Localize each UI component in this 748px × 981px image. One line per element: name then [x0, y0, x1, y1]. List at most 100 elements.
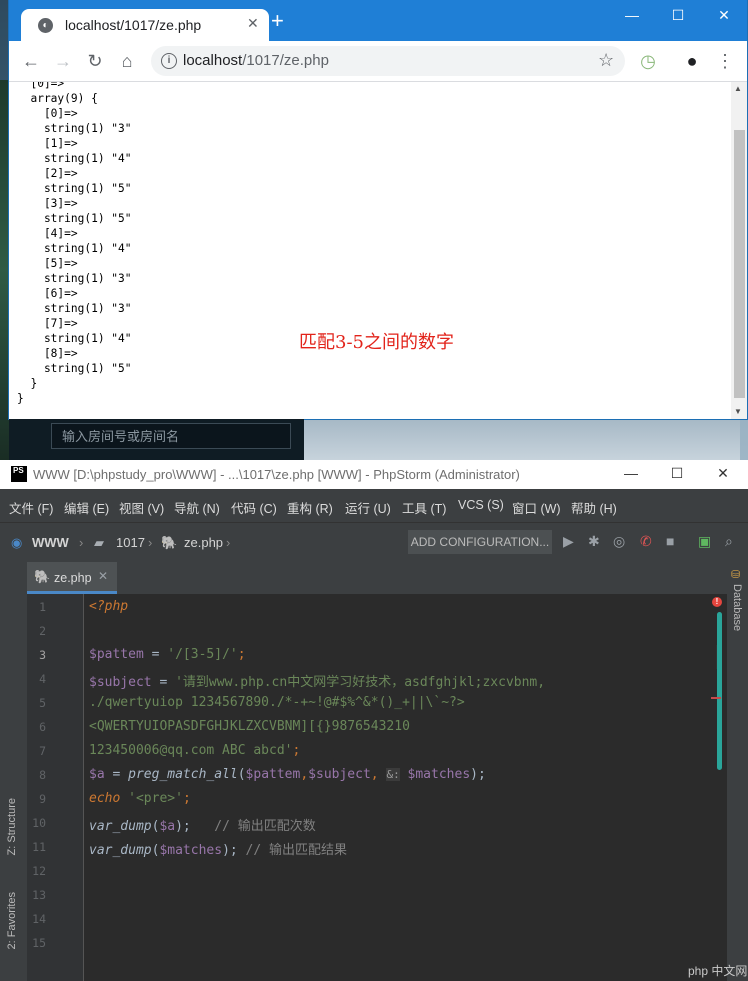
menu-kebab-icon[interactable]: ⋮: [712, 49, 738, 73]
code-line-6: <QWERTYUIOPASDFGHJKLZXCVBNM][{}987654321…: [89, 719, 410, 734]
run-icon[interactable]: ▶: [563, 533, 574, 550]
chevron-right-icon: ›: [148, 535, 153, 550]
left-tool-strip: Z: Structure 2: Favorites: [0, 562, 27, 981]
menu-view[interactable]: 视图 (V): [119, 498, 164, 517]
php-file-icon: 🐘: [161, 535, 178, 550]
output-line: }: [17, 392, 24, 405]
line-number: 7: [39, 744, 46, 758]
output-line: string(1) "3": [17, 272, 132, 285]
back-icon[interactable]: ←: [18, 49, 44, 73]
menu-run[interactable]: 运行 (U): [345, 498, 391, 517]
room-search-input[interactable]: 输入房间号或房间名: [51, 423, 291, 449]
browser-tab[interactable]: ◐ localhost/1017/ze.php ✕: [21, 9, 269, 41]
add-configuration-button[interactable]: ADD CONFIGURATION...: [408, 530, 552, 554]
output-line: string(1) "5": [17, 362, 132, 375]
bookmark-star-icon[interactable]: ☆: [598, 50, 614, 71]
scroll-thumb[interactable]: [734, 130, 745, 398]
forward-icon[interactable]: →: [50, 49, 76, 73]
debug-icon[interactable]: ✱: [588, 533, 600, 550]
output-line: array(9) {: [17, 92, 98, 105]
home-icon[interactable]: ⌂: [114, 49, 140, 73]
code-line-11: var_dump($matches); // 输出匹配结果: [89, 843, 348, 858]
line-number-gutter: 1 2 3 4 5 6 7 8 9 10 11 12 13 14 15: [27, 594, 84, 981]
line-number: 9: [39, 792, 46, 806]
output-line: [4]=>: [17, 227, 78, 240]
output-line: string(1) "3": [17, 302, 132, 315]
editor-scrollbar[interactable]: [717, 612, 722, 770]
profile-icon[interactable]: ●: [679, 49, 705, 73]
browser-window: ◐ localhost/1017/ze.php ✕ + — ☐ ✕ ← → ↻ …: [9, 0, 747, 419]
search-icon[interactable]: ⌕: [725, 533, 733, 550]
room-search-panel: 输入房间号或房间名: [9, 419, 304, 460]
page-scrollbar[interactable]: ▲ ▼: [731, 82, 747, 419]
code-line-7: 123450006@qq.com ABC abcd';: [89, 743, 301, 758]
line-number: 1: [39, 600, 46, 614]
database-tool-button[interactable]: Database: [731, 584, 743, 631]
breadcrumb-file[interactable]: ze.php: [184, 535, 223, 550]
extension-timer-icon[interactable]: ◷: [635, 49, 661, 73]
output-line: [7]=>: [17, 317, 78, 330]
ide-navigation-bar: ◉ WWW › ▰ 1017 › 🐘 ze.php › ADD CONFIGUR…: [0, 522, 748, 563]
close-window-button[interactable]: ✕: [701, 4, 747, 28]
code-editor[interactable]: <?php $pattem = '/[3-5]/'; $subject = '请…: [84, 594, 716, 981]
favorites-tool-button[interactable]: 2: Favorites: [6, 892, 18, 949]
line-number: 5: [39, 696, 46, 710]
menu-window[interactable]: 窗口 (W): [512, 498, 561, 517]
stop-icon[interactable]: ■: [666, 533, 674, 549]
coverage-icon[interactable]: ◎: [613, 533, 625, 550]
output-line: string(1) "3": [17, 122, 132, 135]
breadcrumb-project[interactable]: WWW: [32, 535, 69, 550]
tab-close-icon[interactable]: ✕: [247, 15, 259, 32]
menu-navigate[interactable]: 导航 (N): [174, 498, 220, 517]
code-line-9: echo '<pre>';: [89, 791, 191, 806]
scroll-down-icon[interactable]: ▼: [734, 407, 742, 416]
listen-debug-icon[interactable]: ✆: [640, 533, 652, 550]
database-icon: ⛁: [731, 569, 741, 581]
info-icon[interactable]: i: [161, 53, 177, 69]
scroll-up-icon[interactable]: ▲: [734, 84, 742, 93]
menu-tools[interactable]: 工具 (T): [402, 498, 446, 517]
menu-vcs[interactable]: VCS (S): [458, 498, 504, 512]
line-number: 2: [39, 624, 46, 638]
var-dump-output: [0]=> array(9) { [0]=> string(1) "3" [1]…: [17, 82, 132, 406]
ide-maximize-button[interactable]: ☐: [654, 465, 700, 482]
menu-edit[interactable]: 编辑 (E): [64, 498, 109, 517]
terminal-icon[interactable]: ▣: [698, 533, 711, 550]
ide-menubar: 文件 (F) 编辑 (E) 视图 (V) 导航 (N) 代码 (C) 重构 (R…: [0, 489, 748, 522]
code-line-3: $pattem = '/[3-5]/';: [89, 647, 246, 662]
line-number: 13: [32, 888, 46, 902]
menu-refactor[interactable]: 重构 (R): [287, 498, 333, 517]
error-indicator-icon[interactable]: !: [712, 597, 722, 607]
maximize-button[interactable]: ☐: [655, 4, 701, 28]
error-stripe-mark[interactable]: [711, 697, 721, 699]
output-line: string(1) "4": [17, 242, 132, 255]
menu-file[interactable]: 文件 (F): [9, 498, 53, 517]
project-icon: ◉: [11, 535, 23, 550]
ide-close-button[interactable]: ✕: [700, 465, 746, 482]
globe-icon: ◐: [38, 18, 53, 33]
annotation-text: 匹配3-5之间的数字: [299, 332, 454, 353]
output-line: [6]=>: [17, 287, 78, 300]
address-bar[interactable]: i localhost/1017/ze.php ☆: [151, 46, 625, 76]
menu-code[interactable]: 代码 (C): [231, 498, 277, 517]
minimize-button[interactable]: —: [609, 4, 655, 28]
line-number: 3: [39, 648, 46, 662]
new-tab-button[interactable]: +: [271, 10, 284, 32]
output-line: }: [17, 377, 38, 390]
breadcrumb-folder[interactable]: 1017: [116, 535, 145, 550]
editor-tab-ze-php[interactable]: 🐘 ze.php ✕: [27, 562, 117, 594]
editor-tab-label: ze.php: [54, 571, 92, 585]
close-icon[interactable]: ✕: [98, 569, 108, 583]
output-line: [0]=>: [17, 82, 65, 90]
output-line: [5]=>: [17, 257, 78, 270]
line-number: 6: [39, 720, 46, 734]
php-file-icon: 🐘: [34, 569, 51, 584]
reload-icon[interactable]: ↻: [82, 49, 108, 73]
menu-help[interactable]: 帮助 (H): [571, 498, 617, 517]
output-line: [8]=>: [17, 347, 78, 360]
line-number: 14: [32, 912, 46, 926]
ide-minimize-button[interactable]: —: [608, 465, 654, 481]
phpstorm-logo-icon: PS: [11, 466, 27, 482]
ide-title: WWW [D:\phpstudy_pro\WWW] - ...\1017\ze.…: [33, 467, 520, 482]
structure-tool-button[interactable]: Z: Structure: [6, 798, 18, 855]
